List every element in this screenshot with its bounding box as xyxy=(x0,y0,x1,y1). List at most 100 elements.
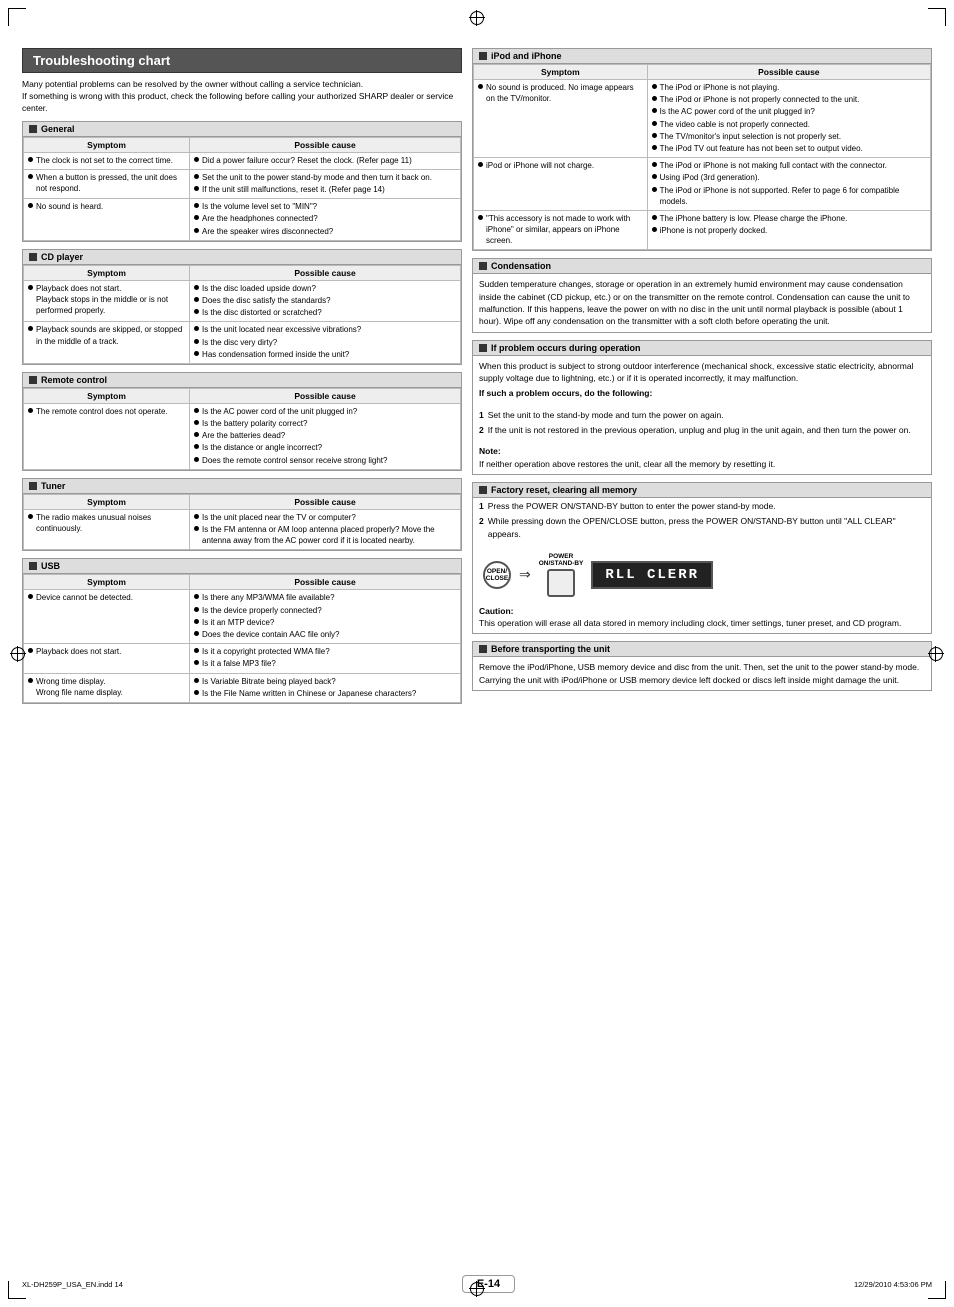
cause-bullet xyxy=(194,420,199,425)
cause-text: Is the device properly connected? xyxy=(202,605,456,616)
section-ipod-title: iPod and iPhone xyxy=(491,51,562,61)
top-center-cross xyxy=(469,10,485,26)
cause-bullet xyxy=(194,514,199,519)
cause-bullet xyxy=(194,186,199,191)
cause-cell: The iPod or iPhone is not playing.The iP… xyxy=(647,80,930,158)
cause-bullet xyxy=(194,444,199,449)
footer-right: 12/29/2010 4:53:06 PM xyxy=(854,1280,932,1289)
cause-text: Does the remote control sensor receive s… xyxy=(202,455,456,466)
table-row: The clock is not set to the correct time… xyxy=(24,152,461,169)
intro-line2: If something is wrong with this product,… xyxy=(22,91,453,113)
cause-text: Has condensation formed inside the unit? xyxy=(202,349,456,360)
right-center-cross xyxy=(928,646,944,662)
cause-text: Is it a false MP3 file? xyxy=(202,658,456,669)
section-before-transport: Before transporting the unit Remove the … xyxy=(472,641,932,691)
cause-text: The TV/monitor's input selection is not … xyxy=(660,131,926,142)
remote-icon xyxy=(29,376,37,384)
table-row: Wrong time display. Wrong file name disp… xyxy=(24,673,461,702)
symptom-text: Playback does not start. xyxy=(36,646,185,657)
cause-text: The iPod TV out feature has not been set… xyxy=(660,143,926,154)
section-cd-title: CD player xyxy=(41,252,83,262)
cause-text: Is the AC power cord of the unit plugged… xyxy=(660,106,926,117)
section-tuner-title: Tuner xyxy=(41,481,65,491)
symptom-cell: The remote control does not operate. xyxy=(24,403,190,469)
left-center-cross xyxy=(10,646,26,662)
cause-text: Did a power failure occur? Reset the clo… xyxy=(202,155,456,166)
cause-text: Are the headphones connected? xyxy=(202,213,456,224)
cause-bullet xyxy=(652,133,657,138)
corner-mark-tr xyxy=(928,8,946,26)
main-title: Troubleshooting chart xyxy=(22,48,462,73)
cause-bullet xyxy=(194,157,199,162)
cause-text: Is it a copyright protected WMA file? xyxy=(202,646,456,657)
cause-bullet xyxy=(652,121,657,126)
cd-col2: Possible cause xyxy=(190,265,461,280)
standby-button-wrap: POWERON/STAND-BY xyxy=(539,553,584,597)
section-usb-title: USB xyxy=(41,561,60,571)
symptom-text: iPod or iPhone will not charge. xyxy=(486,160,643,171)
remote-col2: Possible cause xyxy=(190,388,461,403)
section-if-problem-header: If problem occurs during operation xyxy=(473,341,931,356)
page: Troubleshooting chart Many potential pro… xyxy=(0,0,954,1307)
cause-text: Is the unit located near excessive vibra… xyxy=(202,324,456,335)
section-tuner-header: Tuner xyxy=(23,479,461,494)
section-transport-header: Before transporting the unit xyxy=(473,642,931,657)
cause-bullet xyxy=(194,285,199,290)
if-problem-body: When this product is subject to strong o… xyxy=(473,356,931,407)
symptom-cell: Wrong time display. Wrong file name disp… xyxy=(24,673,190,702)
table-row: The radio makes unusual noises continuou… xyxy=(24,509,461,550)
section-condensation-title: Condensation xyxy=(491,261,551,271)
cause-bullet xyxy=(194,228,199,233)
cause-text: Is the unit placed near the TV or comput… xyxy=(202,512,456,523)
cause-bullet xyxy=(194,619,199,624)
right-column: iPod and iPhone Symptom Possible cause N… xyxy=(472,48,932,711)
bullet-dot xyxy=(478,215,483,220)
factory-caution: Caution: This operation will erase all d… xyxy=(473,603,931,634)
cause-text: Is the distance or angle incorrect? xyxy=(202,442,456,453)
cd-table: Symptom Possible cause Playback does not… xyxy=(23,265,461,364)
general-icon xyxy=(29,125,37,133)
section-transport-title: Before transporting the unit xyxy=(491,644,610,654)
table-row: Device cannot be detected.Is there any M… xyxy=(24,590,461,644)
cause-bullet xyxy=(194,631,199,636)
cause-cell: Is the unit located near excessive vibra… xyxy=(190,322,461,364)
ipod-col2: Possible cause xyxy=(647,65,930,80)
usb-col1: Symptom xyxy=(24,575,190,590)
transport-body: Remove the iPod/iPhone, USB memory devic… xyxy=(473,657,931,690)
cause-bullet xyxy=(194,660,199,665)
section-cd-header: CD player xyxy=(23,250,461,265)
bullet-dot xyxy=(28,174,33,179)
section-usb-header: USB xyxy=(23,559,461,574)
factory-step-2: 2 While pressing down the OPEN/CLOSE but… xyxy=(479,515,925,540)
section-general-title: General xyxy=(41,124,75,134)
if-problem-steps: 1 Set the unit to the stand-by mode and … xyxy=(473,407,931,444)
cause-bullet xyxy=(194,607,199,612)
cause-bullet xyxy=(652,96,657,101)
cause-bullet xyxy=(194,174,199,179)
cause-cell: Is the unit placed near the TV or comput… xyxy=(190,509,461,550)
symptom-cell: The clock is not set to the correct time… xyxy=(24,152,190,169)
cause-text: Is there any MP3/WMA file available? xyxy=(202,592,456,603)
cause-bullet xyxy=(194,297,199,302)
usb-icon xyxy=(29,562,37,570)
cause-text: Does the disc satisfy the standards? xyxy=(202,295,456,306)
cause-bullet xyxy=(194,339,199,344)
power-button-icon: OPEN/CLOSE xyxy=(483,561,511,589)
cause-cell: Is there any MP3/WMA file available? Is t… xyxy=(190,590,461,644)
symptom-text: When a button is pressed, the unit does … xyxy=(36,172,185,194)
cause-text: If the unit still malfunctions, reset it… xyxy=(202,184,456,195)
general-table: Symptom Possible cause The clock is not … xyxy=(23,137,461,241)
cause-text: Using iPod (3rd generation). xyxy=(660,172,926,183)
bullet-dot xyxy=(28,285,33,290)
bullet-dot xyxy=(478,84,483,89)
corner-mark-tl xyxy=(8,8,26,26)
footer-left: XL-DH259P_USA_EN.indd 14 xyxy=(22,1280,123,1289)
bullet-dot xyxy=(28,326,33,331)
general-col2: Possible cause xyxy=(190,137,461,152)
remote-table: Symptom Possible cause The remote contro… xyxy=(23,388,461,470)
factory-steps: 1 Press the POWER ON/STAND-BY button to … xyxy=(473,498,931,547)
cause-bullet xyxy=(194,594,199,599)
section-if-problem: If problem occurs during operation When … xyxy=(472,340,932,475)
section-factory-reset: Factory reset, clearing all memory 1 Pre… xyxy=(472,482,932,635)
table-row: When a button is pressed, the unit does … xyxy=(24,169,461,198)
